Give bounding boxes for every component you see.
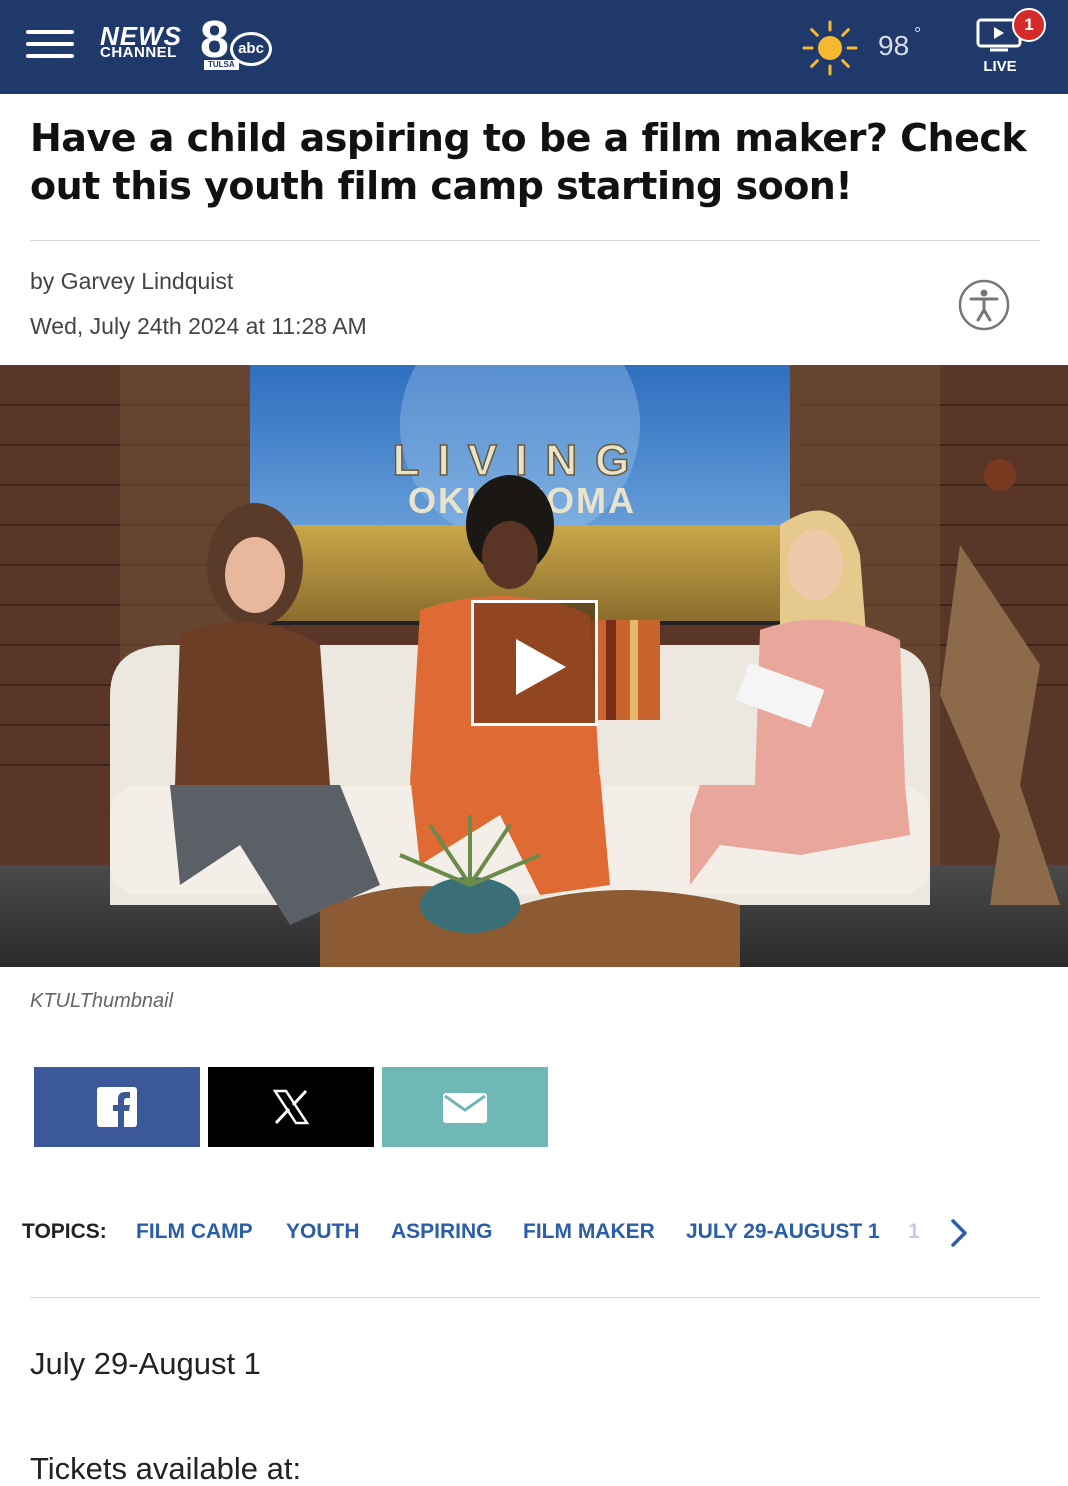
- video-player[interactable]: LIVING OKLAHOMA: [0, 365, 1068, 967]
- weather-widget[interactable]: 98 °: [800, 14, 940, 78]
- site-header: NEWS CHANNEL 8 abc TULSA 98 ° LIVE 1: [0, 0, 1068, 94]
- byline: by Garvey Lindquist: [30, 268, 234, 294]
- topic-link[interactable]: JULY 29-AUGUST 1: [686, 1220, 880, 1244]
- email-share-button[interactable]: [382, 1067, 548, 1147]
- degree-symbol: °: [914, 24, 922, 44]
- accessibility-icon[interactable]: [957, 278, 1011, 332]
- live-button[interactable]: LIVE 1: [968, 8, 1046, 80]
- sun-icon: [802, 20, 858, 76]
- notification-badge: 1: [1012, 8, 1046, 42]
- topic-link[interactable]: FILM CAMP: [136, 1220, 253, 1244]
- publish-date: Wed, July 24th 2024 at 11:28 AM: [30, 313, 367, 339]
- facebook-icon: [97, 1087, 137, 1127]
- article-paragraph: July 29-August 1: [30, 1346, 261, 1381]
- divider: [30, 1297, 1040, 1298]
- menu-icon[interactable]: [26, 28, 74, 60]
- topic-link[interactable]: FILM MAKER: [523, 1220, 655, 1244]
- article-paragraph: Tickets available at:: [30, 1451, 302, 1486]
- divider: [30, 240, 1040, 241]
- topics-label: TOPICS:: [22, 1220, 107, 1243]
- x-share-button[interactable]: [208, 1067, 374, 1147]
- topic-link[interactable]: YOUTH: [286, 1220, 360, 1244]
- temperature: 98: [878, 30, 910, 61]
- article-headline: Have a child aspiring to be a film maker…: [30, 116, 1027, 208]
- news-channel-8-logo[interactable]: NEWS CHANNEL 8 abc TULSA: [100, 14, 276, 74]
- video-caption: KTULThumbnail: [30, 990, 174, 1012]
- logo-channel-text: CHANNEL: [100, 44, 177, 61]
- facebook-share-button[interactable]: [34, 1067, 200, 1147]
- play-icon: [516, 639, 566, 695]
- topic-overflow-hint: 1: [908, 1220, 920, 1243]
- mail-icon: [443, 1093, 487, 1123]
- live-label: LIVE: [983, 58, 1017, 75]
- logo-number: 8: [200, 11, 229, 69]
- play-button[interactable]: [471, 600, 598, 726]
- topic-link[interactable]: ASPIRING: [391, 1220, 493, 1244]
- x-icon: [272, 1089, 310, 1125]
- logo-city-text: TULSA: [204, 60, 239, 70]
- chevron-right-icon[interactable]: [945, 1216, 973, 1250]
